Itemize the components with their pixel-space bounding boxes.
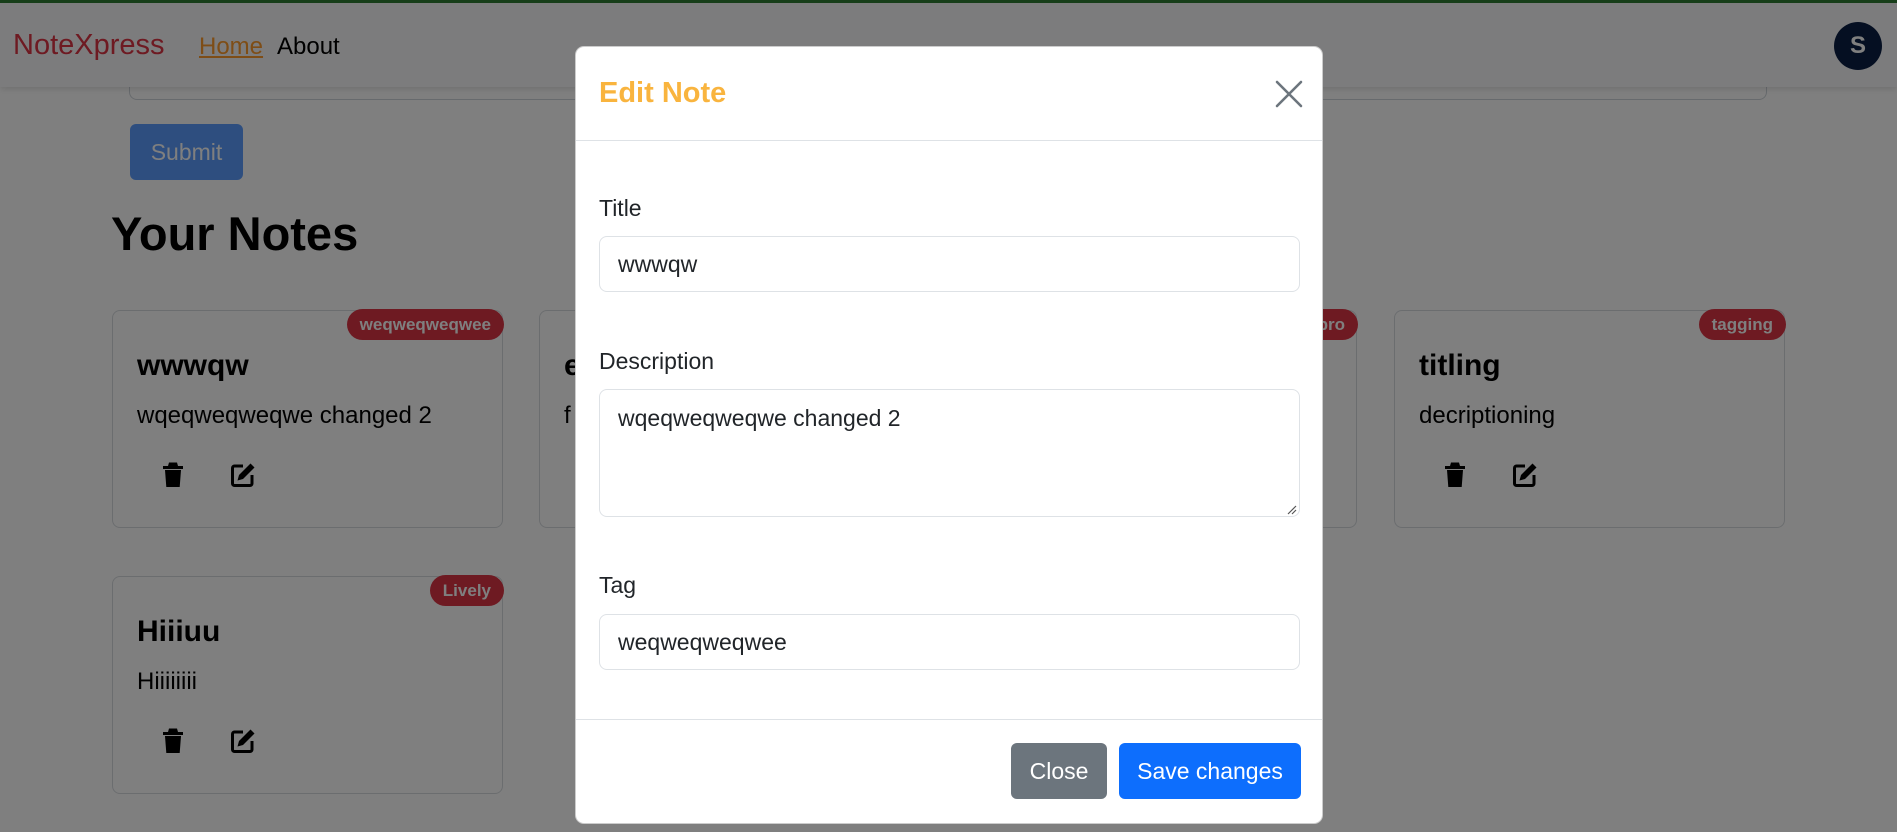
description-textarea[interactable]: wqeqweqweqwe changed 2 bbox=[599, 389, 1300, 517]
resize-handle-icon[interactable] bbox=[1285, 503, 1297, 515]
tag-label: Tag bbox=[599, 572, 637, 598]
save-changes-button[interactable]: Save changes bbox=[1119, 743, 1301, 799]
close-icon[interactable] bbox=[1273, 78, 1305, 110]
modal-header: Edit Note bbox=[576, 47, 1322, 141]
title-label: Title bbox=[599, 195, 642, 221]
title-input[interactable] bbox=[599, 236, 1300, 292]
description-label: Description bbox=[599, 348, 715, 374]
edit-note-modal: Edit Note Title Description wqeqweqweqwe… bbox=[575, 46, 1323, 824]
close-button[interactable]: Close bbox=[1011, 743, 1107, 799]
tag-input[interactable] bbox=[599, 614, 1300, 670]
modal-title: Edit Note bbox=[599, 77, 727, 109]
